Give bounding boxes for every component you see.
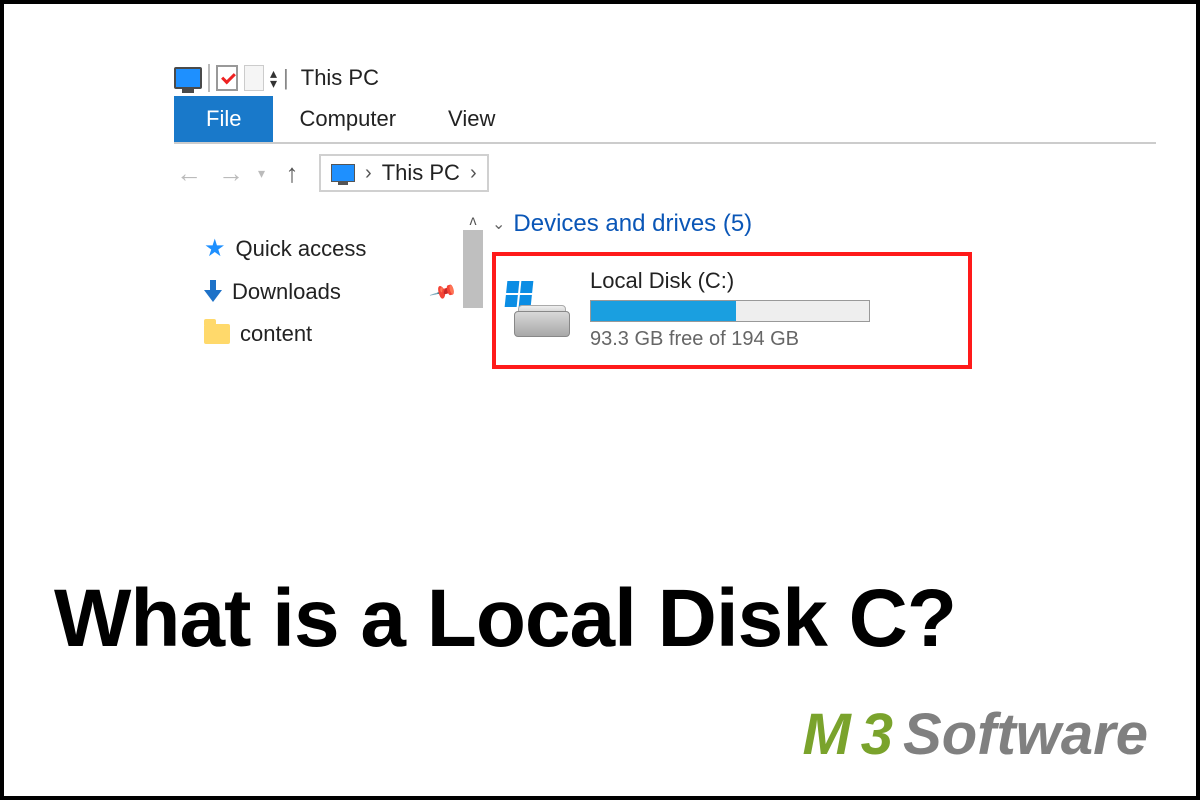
devices-group-header[interactable]: ⌄ Devices and drives (5) bbox=[492, 210, 1156, 238]
breadcrumb-separator-icon: › bbox=[470, 162, 477, 185]
sidebar-scrollbar[interactable]: ʌ bbox=[462, 206, 484, 369]
tab-view[interactable]: View bbox=[422, 96, 521, 142]
pin-icon: 📌 bbox=[428, 277, 458, 306]
group-header-label: Devices and drives (5) bbox=[513, 210, 752, 238]
chevron-down-icon: ⌄ bbox=[492, 214, 505, 234]
customize-quick-access-icon[interactable]: ▴▾ bbox=[270, 68, 277, 88]
article-headline: What is a Local Disk C? bbox=[54, 572, 1146, 666]
recent-locations-dropdown[interactable]: ▾ bbox=[258, 165, 265, 182]
sidebar-item-label: Quick access bbox=[236, 236, 367, 262]
sidebar-item-quick-access[interactable]: ★ Quick access bbox=[204, 226, 454, 271]
titlebar-separator: | bbox=[283, 65, 289, 91]
sidebar-item-content[interactable]: content bbox=[204, 313, 454, 355]
brand-logo: M3 Software bbox=[802, 701, 1148, 768]
sidebar-item-downloads[interactable]: Downloads 📌 bbox=[204, 271, 454, 313]
local-disk-c-item[interactable]: Local Disk (C:) 93.3 GB free of 194 GB bbox=[492, 252, 972, 369]
new-doc-quick-icon[interactable] bbox=[244, 65, 264, 91]
breadcrumb-separator-icon: › bbox=[365, 162, 372, 185]
sidebar-item-label: Downloads bbox=[232, 279, 341, 305]
nav-up-button[interactable]: ↑ bbox=[277, 158, 307, 189]
drive-info: Local Disk (C:) 93.3 GB free of 194 GB bbox=[590, 268, 950, 351]
brand-m: M bbox=[802, 701, 850, 768]
this-pc-icon bbox=[174, 67, 202, 89]
nav-back-button[interactable]: ← bbox=[174, 158, 204, 189]
brand-three: 3 bbox=[861, 701, 893, 768]
breadcrumb-location[interactable]: This PC bbox=[382, 160, 460, 186]
tab-file[interactable]: File bbox=[174, 96, 273, 142]
drive-name-label: Local Disk (C:) bbox=[590, 268, 950, 294]
drive-icon bbox=[508, 283, 572, 337]
content-pane: ⌄ Devices and drives (5) Local Disk (C:) bbox=[492, 206, 1156, 369]
tab-computer[interactable]: Computer bbox=[273, 96, 422, 142]
ribbon-tabs: File Computer View bbox=[174, 96, 1156, 144]
address-this-pc-icon bbox=[331, 164, 355, 182]
address-bar[interactable]: › This PC › bbox=[319, 154, 489, 192]
nav-forward-button[interactable]: → bbox=[216, 158, 246, 189]
titlebar-divider bbox=[208, 64, 210, 92]
drive-usage-bar bbox=[590, 300, 870, 322]
folder-icon bbox=[204, 324, 230, 344]
title-bar: ▴▾ | This PC bbox=[174, 64, 1156, 96]
scrollbar-up-icon[interactable]: ʌ bbox=[470, 212, 477, 228]
brand-name: Software bbox=[903, 701, 1148, 768]
star-icon: ★ bbox=[204, 234, 226, 263]
drive-free-space-label: 93.3 GB free of 194 GB bbox=[590, 328, 950, 351]
sidebar-item-label: content bbox=[240, 321, 312, 347]
file-explorer-window: ▴▾ | This PC File Computer View ← → ▾ ↑ … bbox=[174, 64, 1156, 369]
window-title: This PC bbox=[301, 65, 379, 91]
scrollbar-thumb[interactable] bbox=[463, 230, 483, 308]
explorer-body: ★ Quick access Downloads 📌 content ʌ bbox=[174, 206, 1156, 369]
download-arrow-icon bbox=[204, 280, 222, 304]
navigation-row: ← → ▾ ↑ › This PC › bbox=[174, 144, 1156, 206]
document-frame: ▴▾ | This PC File Computer View ← → ▾ ↑ … bbox=[0, 0, 1200, 800]
navigation-sidebar: ★ Quick access Downloads 📌 content bbox=[174, 206, 454, 369]
drive-usage-fill bbox=[591, 301, 736, 321]
properties-quick-icon[interactable] bbox=[216, 65, 238, 91]
windows-logo-icon bbox=[505, 281, 534, 307]
